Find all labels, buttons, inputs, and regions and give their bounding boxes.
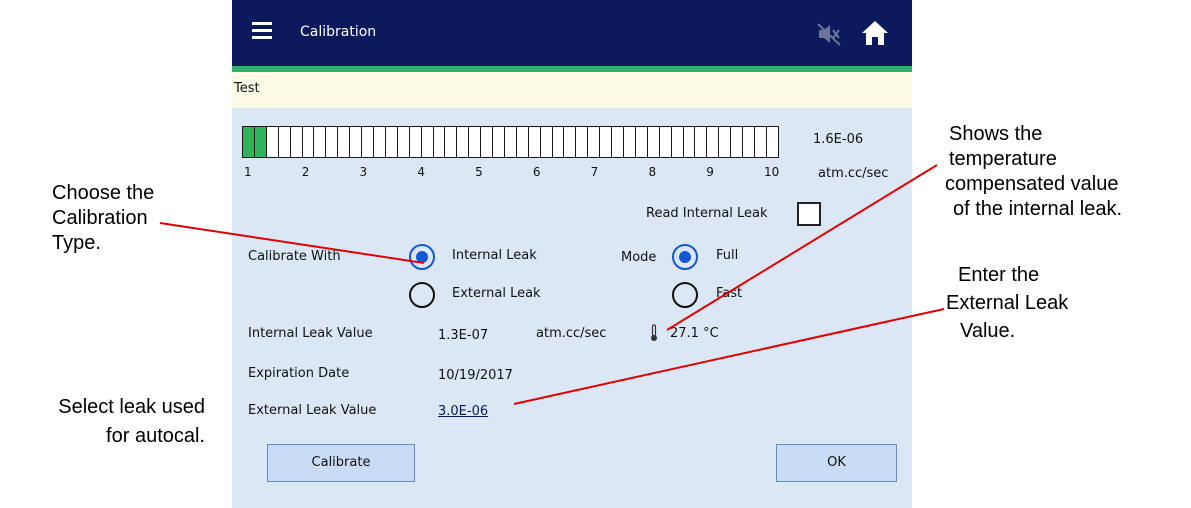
leader-line-temperature: [666, 164, 938, 331]
leader-line-calibration-type: [159, 222, 425, 264]
leader-line-external-leak: [513, 308, 945, 405]
annotation-leader-lines: [159, 164, 945, 405]
